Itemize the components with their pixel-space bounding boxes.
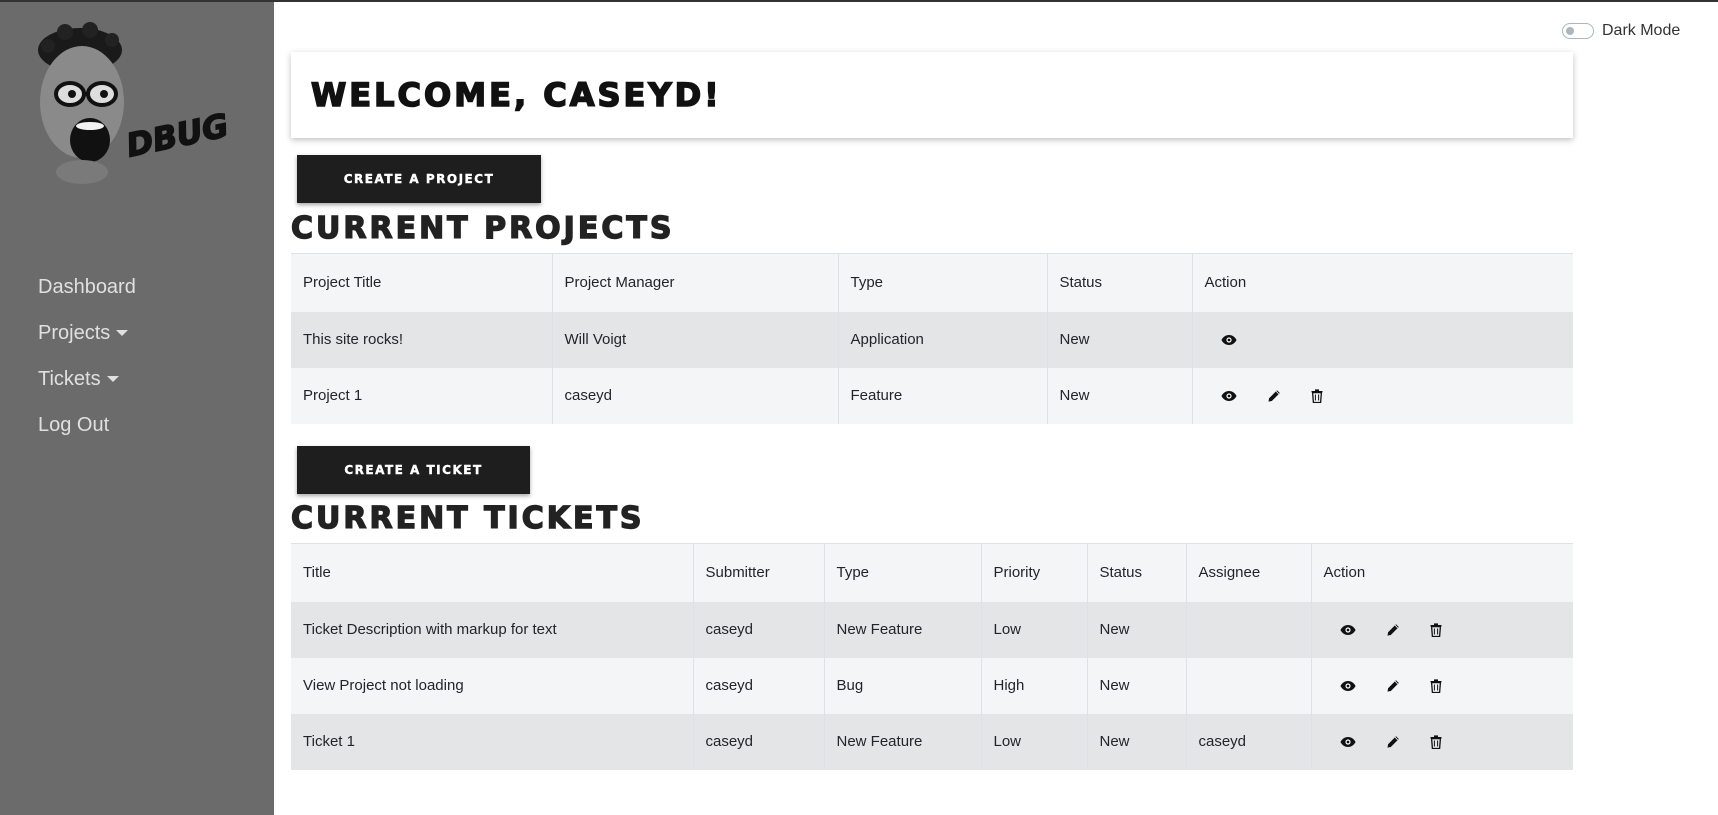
delete-icon[interactable]: [1430, 678, 1442, 693]
ticket-type-cell: New Feature: [824, 713, 982, 770]
ticket-assignee-cell: caseyd: [1186, 713, 1312, 770]
actions-cell: [1311, 657, 1573, 714]
view-icon[interactable]: [1221, 390, 1237, 402]
project-status-cell: New: [1047, 367, 1193, 424]
delete-icon[interactable]: [1311, 388, 1323, 403]
table-row: Ticket 1 caseyd New Feature Low New case…: [291, 713, 1573, 770]
ticket-title-cell: Ticket 1: [291, 713, 694, 770]
project-status-cell: New: [1047, 311, 1193, 368]
ticket-submitter-cell: caseyd: [693, 601, 825, 658]
column-header: Status: [1047, 253, 1193, 312]
column-header: Type: [824, 543, 982, 602]
ticket-priority-cell: High: [981, 657, 1088, 714]
ticket-assignee-cell: [1186, 657, 1312, 714]
actions-cell: [1192, 367, 1573, 424]
view-icon[interactable]: [1340, 680, 1356, 692]
ticket-title-cell: Ticket Description with markup for text: [291, 601, 694, 658]
column-header: Action: [1192, 253, 1573, 312]
table-row: Ticket Description with markup for text …: [291, 601, 1573, 658]
sidebar-item-label: Tickets: [38, 368, 101, 390]
dark-mode-label: Dark Mode: [1602, 22, 1681, 39]
table-row: Project 1 caseyd Feature New: [291, 367, 1573, 424]
column-header: Action: [1311, 543, 1573, 602]
delete-icon[interactable]: [1430, 622, 1442, 637]
sidebar-item-projects[interactable]: Projects: [38, 310, 136, 356]
column-header: Project Title: [291, 253, 553, 312]
ticket-status-cell: New: [1087, 713, 1187, 770]
create-ticket-button[interactable]: CREATE A TICKET: [297, 446, 530, 494]
column-header: Submitter: [693, 543, 825, 602]
column-header: Priority: [981, 543, 1088, 602]
ticket-type-cell: New Feature: [824, 601, 982, 658]
table-row: This site rocks! Will Voigt Application …: [291, 311, 1573, 368]
ticket-type-cell: Bug: [824, 657, 982, 714]
logo-text: DBUG: [123, 106, 232, 165]
caret-down-icon: [116, 330, 129, 336]
ticket-assignee-cell: [1186, 601, 1312, 658]
delete-icon[interactable]: [1430, 734, 1442, 749]
sidebar-nav: Dashboard Projects Tickets Log Out: [38, 264, 136, 448]
column-header: Assignee: [1186, 543, 1312, 602]
sidebar-item-tickets[interactable]: Tickets: [38, 356, 136, 402]
sidebar-item-logout[interactable]: Log Out: [38, 402, 136, 448]
ticket-status-cell: New: [1087, 601, 1187, 658]
view-icon[interactable]: [1340, 624, 1356, 636]
ticket-submitter-cell: caseyd: [693, 657, 825, 714]
create-project-button[interactable]: CREATE A PROJECT: [297, 155, 541, 203]
dbug-logo[interactable]: DBUG: [20, 22, 240, 192]
ticket-submitter-cell: caseyd: [693, 713, 825, 770]
table-header-row: Project Title Project Manager Type Statu…: [291, 253, 1573, 312]
project-type-cell: Application: [838, 311, 1048, 368]
table-header-row: Title Submitter Type Priority Status Ass…: [291, 543, 1573, 602]
project-manager-cell: Will Voigt: [552, 311, 839, 368]
project-type-cell: Feature: [838, 367, 1048, 424]
sidebar: DBUG Dashboard Projects Tickets Log Out: [0, 2, 274, 815]
welcome-card: WELCOME, CASEYD!: [291, 52, 1573, 138]
edit-icon[interactable]: [1386, 623, 1400, 637]
project-title-cell: This site rocks!: [291, 311, 553, 368]
table-row: View Project not loading caseyd Bug High…: [291, 657, 1573, 714]
edit-icon[interactable]: [1386, 735, 1400, 749]
sidebar-item-label: Projects: [38, 322, 111, 344]
edit-icon[interactable]: [1386, 679, 1400, 693]
tickets-table: Title Submitter Type Priority Status Ass…: [291, 543, 1573, 770]
actions-cell: [1311, 713, 1573, 770]
sidebar-item-dashboard[interactable]: Dashboard: [38, 264, 136, 310]
projects-table: Project Title Project Manager Type Statu…: [291, 253, 1573, 424]
actions-cell: [1192, 311, 1573, 368]
column-header: Type: [838, 253, 1048, 312]
dark-mode-switch[interactable]: Dark Mode: [1562, 22, 1680, 40]
actions-cell: [1311, 601, 1573, 658]
ticket-status-cell: New: [1087, 657, 1187, 714]
column-header: Project Manager: [552, 253, 839, 312]
column-header: Title: [291, 543, 694, 602]
toggle-icon[interactable]: [1562, 23, 1594, 39]
column-header: Status: [1087, 543, 1187, 602]
view-icon[interactable]: [1340, 736, 1356, 748]
view-icon[interactable]: [1221, 334, 1237, 346]
ticket-priority-cell: Low: [981, 713, 1088, 770]
tickets-section-title: CURRENT TICKETS: [290, 500, 645, 536]
caret-down-icon: [106, 376, 119, 382]
projects-section-title: CURRENT PROJECTS: [290, 210, 675, 246]
sidebar-item-label: Log Out: [38, 414, 110, 436]
ticket-priority-cell: Low: [981, 601, 1088, 658]
sidebar-item-label: Dashboard: [38, 276, 136, 298]
edit-icon[interactable]: [1267, 389, 1281, 403]
welcome-heading: WELCOME, CASEYD!: [310, 75, 722, 115]
ticket-title-cell: View Project not loading: [291, 657, 694, 714]
project-manager-cell: caseyd: [552, 367, 839, 424]
project-title-cell: Project 1: [291, 367, 553, 424]
